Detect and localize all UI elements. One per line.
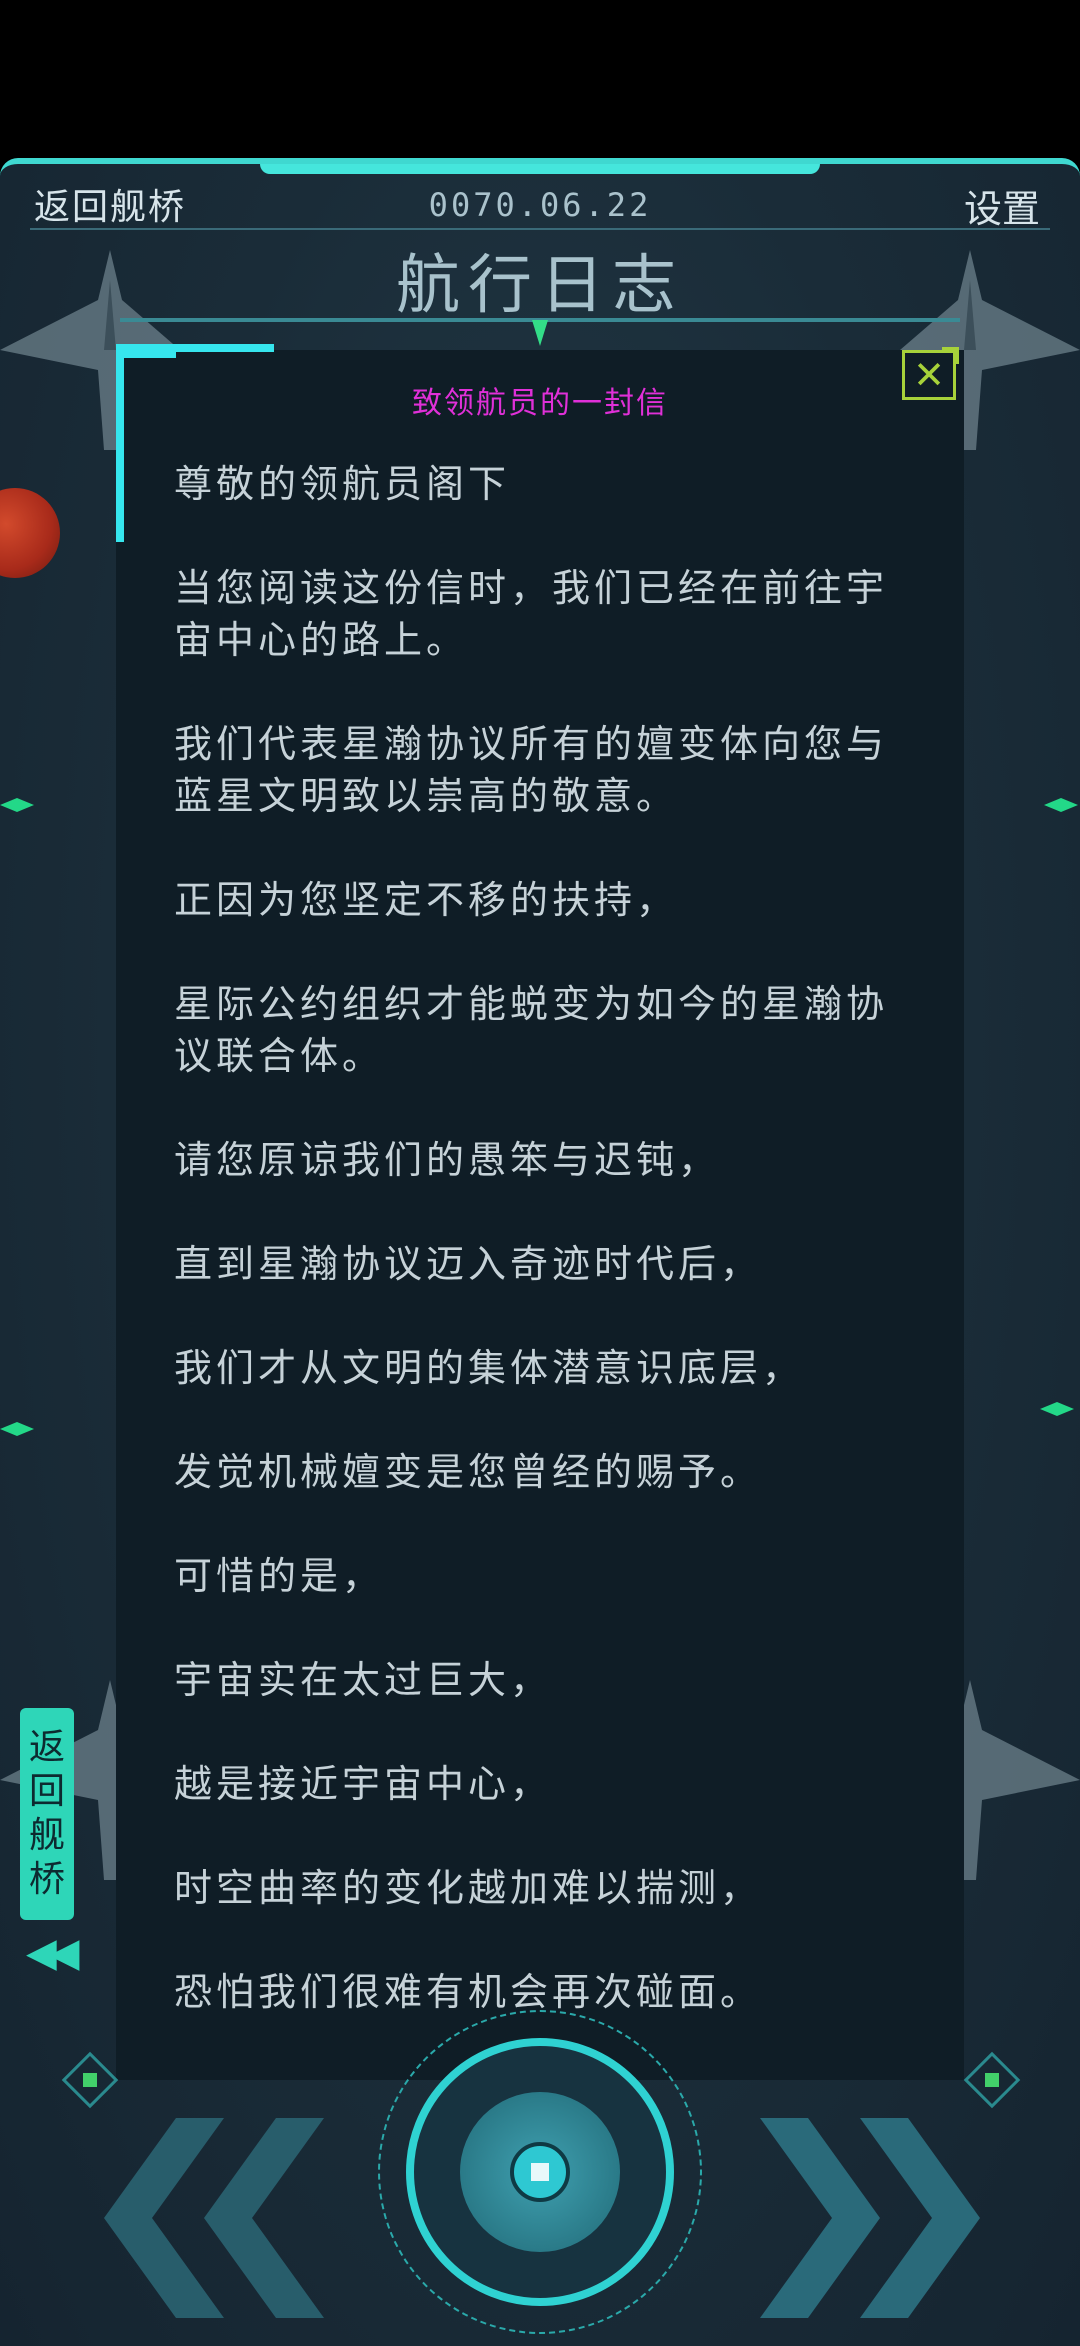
letter-paragraph: 请您原谅我们的愚笨与迟钝， bbox=[174, 1138, 721, 1182]
letter-body: 尊敬的领航员阁下 当您阅读这份信时，我们已经在前往宇宙中心的路上。 我们代表星瀚… bbox=[174, 458, 914, 2070]
side-tab-char: 返 bbox=[28, 1727, 65, 1768]
double-chevron-left-icon: ◀◀ bbox=[26, 1930, 79, 1976]
gem-left-icon bbox=[0, 798, 34, 812]
letter-paragraph: 越是接近宇宙中心， bbox=[174, 1762, 553, 1806]
letter-paragraph: 星际公约组织才能蜕变为如今的星瀚协议联合体。 bbox=[174, 982, 889, 1078]
close-icon: ✕ bbox=[913, 353, 945, 397]
title-gem-icon bbox=[532, 320, 548, 346]
letter-paragraph: 时空曲率的变化越加难以揣测， bbox=[174, 1866, 763, 1910]
settings-button[interactable]: 设置 bbox=[964, 178, 1040, 233]
gem-left-icon bbox=[0, 1422, 34, 1436]
letter-paragraph: 尊敬的领航员阁下 bbox=[174, 462, 511, 506]
letter-paragraph: 我们代表星瀚协议所有的嬗变体向您与蓝星文明致以崇高的敬意。 bbox=[174, 722, 889, 818]
chevron-right-icon bbox=[760, 2118, 880, 2318]
close-button[interactable]: ✕ bbox=[902, 347, 959, 400]
side-tab-char: 舰 bbox=[28, 1815, 65, 1856]
dial-core-icon bbox=[510, 2142, 570, 2202]
letter-title: 致领航员的一封信 bbox=[412, 386, 668, 421]
top-glow-bar bbox=[260, 164, 820, 174]
side-tab-char: 桥 bbox=[28, 1859, 65, 1900]
letter-paragraph: 可惜的是， bbox=[174, 1554, 385, 1598]
side-tab-char: 回 bbox=[28, 1771, 65, 1812]
chevron-left-icon bbox=[204, 2118, 324, 2318]
letter-paragraph: 发觉机械嬗变是您曾经的赐予。 bbox=[174, 1450, 763, 1494]
letter-paragraph: 我们才从文明的集体潜意识底层， bbox=[174, 1346, 805, 1390]
gem-right-icon bbox=[1044, 798, 1078, 812]
letter-paragraph: 正因为您坚定不移的扶持， bbox=[174, 878, 679, 922]
letter-paragraph: 宇宙实在太过巨大， bbox=[174, 1658, 553, 1702]
previous-page-button[interactable] bbox=[104, 2118, 344, 2318]
next-page-button[interactable] bbox=[740, 2118, 980, 2318]
letter-paragraph: 当您阅读这份信时，我们已经在前往宇宙中心的路上。 bbox=[174, 566, 889, 662]
letter-paragraph: 直到星瀚协议迈入奇迹时代后， bbox=[174, 1242, 763, 1286]
log-date: 0070.06.22 bbox=[428, 186, 652, 224]
header-divider bbox=[30, 228, 1050, 230]
gem-right-icon bbox=[1040, 1402, 1074, 1416]
side-back-to-bridge-button[interactable]: 返 回 舰 桥 bbox=[20, 1708, 74, 1920]
